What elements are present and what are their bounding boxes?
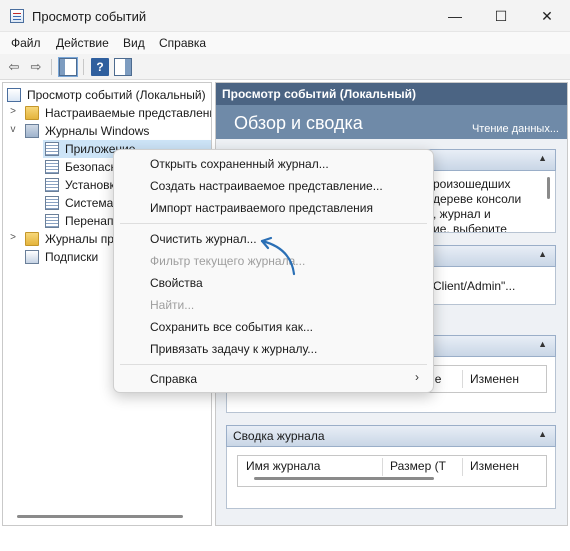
toolbar-separator — [83, 59, 84, 75]
section-body: Имя журнала Размер (Т Изменен — [226, 447, 556, 509]
toolbar-separator — [51, 59, 52, 75]
grid-column-header[interactable]: Изменен — [470, 459, 519, 473]
menu-action[interactable]: Действие — [56, 36, 109, 50]
event-viewer-icon — [7, 88, 21, 102]
vertical-scrollbar[interactable] — [547, 177, 550, 199]
grid-column-header[interactable]: Изменен — [470, 372, 519, 386]
menu-save-all-events[interactable]: Сохранить все события как... — [150, 320, 313, 334]
menu-import-custom-view[interactable]: Импорт настраиваемого представления — [150, 201, 373, 215]
horizontal-scrollbar[interactable] — [17, 515, 183, 518]
log-summary-grid[interactable]: Имя журнала Размер (Т Изменен — [237, 455, 547, 487]
overview-text-line: , журнал и — [433, 207, 491, 221]
arrow-left-icon: ⇦ — [8, 59, 20, 74]
log-icon — [45, 196, 59, 210]
collapse-icon[interactable]: ▲ — [538, 429, 547, 439]
menu-open-saved-log[interactable]: Открыть сохраненный журнал... — [150, 157, 329, 171]
main-pane-header: Просмотр событий (Локальный) — [216, 83, 567, 105]
tree-item-windows-logs[interactable]: v Журналы Windows — [3, 122, 211, 140]
title-bar: Просмотр событий — ☐ ✕ — [0, 0, 570, 32]
log-icon — [45, 178, 59, 192]
overview-title: Обзор и сводка — [234, 113, 363, 133]
menu-clear-log[interactable]: Очистить журнал... — [150, 232, 257, 246]
summary-text: Client/Admin"... — [433, 279, 516, 293]
collapse-icon[interactable]: ▲ — [538, 339, 547, 349]
subscriptions-icon — [25, 250, 39, 264]
menu-separator — [120, 364, 427, 365]
menu-find: Найти... — [150, 298, 195, 312]
overview-text-line: дереве консоли — [433, 192, 522, 206]
folder-icon — [25, 106, 39, 120]
tree-item-custom-views[interactable]: > Настраиваемые представления — [3, 104, 211, 122]
forward-button[interactable]: ⇨ — [27, 58, 45, 76]
tree-item-label: Просмотр событий (Локальный) — [27, 88, 206, 102]
tree-item-label: Журналы Windows — [45, 124, 150, 138]
log-icon — [45, 142, 59, 156]
menu-separator — [120, 223, 427, 224]
menu-properties[interactable]: Свойства — [150, 276, 203, 290]
menu-help-submenu[interactable]: Справка — [150, 372, 197, 386]
help-button[interactable]: ? — [91, 58, 109, 76]
log-icon — [45, 214, 59, 228]
column-divider[interactable] — [382, 458, 383, 476]
log-icon — [45, 160, 59, 174]
section-header[interactable]: Сводка журнала ▲ — [226, 425, 556, 447]
tree-item-root[interactable]: Просмотр событий (Локальный) — [3, 86, 211, 104]
window-title: Просмотр событий — [32, 9, 147, 24]
horizontal-scrollbar[interactable] — [254, 477, 434, 480]
reading-data-status: Чтение данных... — [471, 123, 559, 135]
column-divider[interactable] — [462, 458, 463, 476]
overview-text-line: роизошедших — [433, 177, 511, 191]
column-divider[interactable] — [462, 370, 463, 388]
show-action-pane-button[interactable] — [114, 58, 132, 76]
back-button[interactable]: ⇦ — [5, 58, 23, 76]
menu-file[interactable]: Файл — [11, 36, 41, 50]
menu-attach-task[interactable]: Привязать задачу к журналу... — [150, 342, 317, 356]
menu-create-custom-view[interactable]: Создать настраиваемое представление... — [150, 179, 383, 193]
tree-item-label: Настраиваемые представления — [45, 106, 211, 120]
menu-view[interactable]: Вид — [123, 36, 145, 50]
maximize-button[interactable]: ☐ — [478, 0, 524, 32]
tree-item-label: Подписки — [45, 250, 99, 264]
chevron-right-icon[interactable]: > — [8, 106, 18, 117]
context-menu: Открыть сохраненный журнал... Создать на… — [113, 149, 434, 393]
menu-help[interactable]: Справка — [159, 36, 206, 50]
grid-column-header[interactable]: Размер (Т — [390, 459, 446, 473]
arrow-right-icon: ⇨ — [30, 59, 42, 74]
collapse-icon[interactable]: ▲ — [538, 249, 547, 259]
show-hide-console-tree-button[interactable] — [58, 57, 78, 77]
collapse-icon[interactable]: ▲ — [538, 153, 547, 163]
close-button[interactable]: ✕ — [524, 0, 570, 32]
log-summary-section: Сводка журнала ▲ Имя журнала Размер (Т И… — [226, 425, 556, 509]
section-title: Сводка журнала — [233, 429, 325, 443]
overview-text-line: ие, выберите — [433, 222, 507, 232]
chevron-down-icon[interactable]: v — [8, 124, 18, 135]
chevron-right-icon[interactable]: > — [8, 232, 18, 243]
menu-filter-current-log: Фильтр текущего журнала... — [150, 254, 306, 268]
chevron-right-icon: › — [415, 370, 419, 384]
event-viewer-icon — [10, 9, 24, 23]
minimize-button[interactable]: — — [432, 0, 478, 32]
tree-item-label: Система — [65, 196, 114, 210]
toolbar: ⇦ ⇨ ? — [0, 54, 570, 80]
menu-bar: Файл Действие Вид Справка — [0, 32, 570, 54]
overview-banner: Обзор и сводка Чтение данных... — [216, 105, 567, 139]
logs-folder-icon — [25, 124, 39, 138]
folder-icon — [25, 232, 39, 246]
grid-column-header[interactable]: Имя журнала — [246, 459, 320, 473]
